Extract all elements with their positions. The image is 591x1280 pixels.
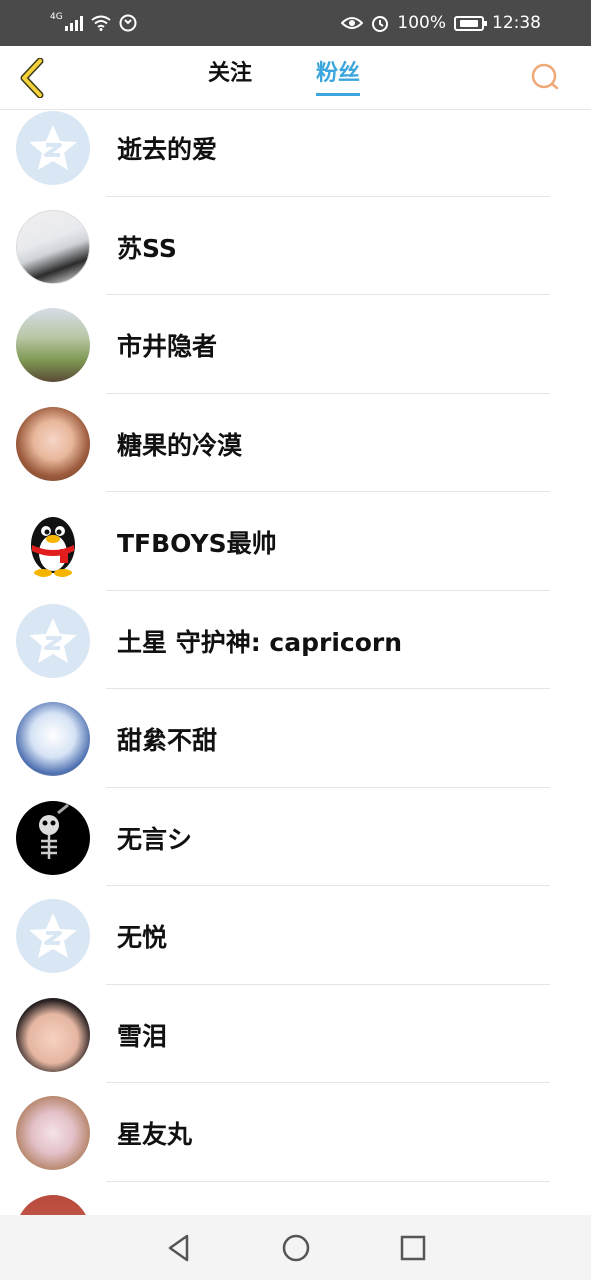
search-button[interactable] [528, 60, 562, 94]
skeleton-icon [39, 803, 69, 859]
search-icon [531, 63, 559, 90]
back-button[interactable] [14, 54, 50, 102]
triangle-back-icon [168, 1234, 188, 1261]
qzone-star-icon [29, 125, 77, 170]
wifi-icon [91, 15, 111, 31]
tab-fans-label: 粉丝 [316, 61, 361, 86]
list-item[interactable]: 苏SS [0, 197, 591, 295]
circle-home-icon [282, 1234, 309, 1261]
photo-avatar [16, 997, 90, 1072]
anime-avatar [16, 406, 90, 481]
status-right: 100% 12:38 [341, 13, 541, 33]
fan-name: 土星 守护神: capricorn [117, 627, 403, 657]
nav-recents-button[interactable] [393, 1228, 433, 1268]
list-item[interactable]: 无言シ [0, 788, 591, 886]
list-item[interactable]: 甜絫不甜 [0, 689, 591, 788]
list-item[interactable]: TFBOYS最帅 [0, 492, 591, 591]
skeleton-avatar [16, 800, 90, 875]
qzone-star-icon [29, 913, 77, 958]
fan-name: 苏SS [117, 233, 177, 263]
list-item[interactable]: 雪泪 [0, 985, 591, 1083]
fan-name: 市井隐者 [117, 332, 218, 361]
signal-icon [64, 15, 83, 31]
qq-penguin-icon [31, 517, 75, 577]
fan-name: 雪泪 [117, 1021, 168, 1051]
list-item[interactable]: 糖果的冷漠 [0, 394, 591, 492]
list-item[interactable]: 无悦 [0, 886, 591, 985]
list-item[interactable]: 土星 守护神: capricorn [0, 591, 591, 689]
nav-back-button[interactable] [159, 1228, 199, 1268]
fan-name: 无言シ [117, 824, 193, 854]
tab-fans[interactable]: 粉丝 [316, 58, 361, 98]
anime-avatar [16, 209, 90, 284]
fan-name: 糖果的冷漠 [117, 430, 243, 460]
alarm-icon [372, 16, 389, 32]
status-left: 4G [50, 12, 137, 32]
system-nav-bar [0, 1215, 591, 1280]
fan-name: TFBOYS最帅 [117, 529, 277, 558]
eye-icon [341, 17, 364, 29]
fans-list: 逝去的爱 苏SS 市井隐者 糖果的冷漠 TFBOYS最帅 土星 守护神: cap… [0, 98, 591, 1215]
fan-name: 无悦 [117, 923, 168, 952]
tab-following[interactable]: 关注 [208, 58, 252, 98]
list-item[interactable] [0, 1182, 591, 1215]
default-qzone-avatar [16, 603, 90, 678]
qq-penguin-avatar [16, 505, 90, 579]
square-recents-icon [400, 1235, 425, 1260]
clock-time: 12:38 [492, 13, 541, 33]
data-saver-icon [119, 14, 137, 32]
fan-name: 甜絫不甜 [117, 726, 218, 755]
list-item[interactable]: 市井隐者 [0, 295, 591, 394]
default-qzone-avatar [16, 111, 90, 185]
network-type: 4G [50, 12, 63, 22]
battery-icon [454, 15, 487, 31]
qzone-star-icon [29, 617, 77, 663]
status-bar: 4G 100% 12:38 [0, 0, 591, 46]
anime-avatar [16, 1096, 90, 1170]
anime-avatar [16, 702, 90, 776]
battery-percent: 100% [397, 13, 446, 33]
fan-name: 星友丸 [117, 1120, 193, 1149]
default-qzone-avatar [16, 899, 90, 973]
fan-name: 逝去的爱 [117, 135, 218, 164]
active-tab-indicator [316, 93, 361, 96]
partial-avatar [16, 1194, 90, 1215]
nav-home-button[interactable] [276, 1228, 316, 1268]
photo-avatar [16, 308, 90, 382]
list-item[interactable]: 逝去的爱 [0, 98, 591, 197]
chevron-left-icon [20, 58, 44, 98]
list-item[interactable]: 星友丸 [0, 1083, 591, 1182]
